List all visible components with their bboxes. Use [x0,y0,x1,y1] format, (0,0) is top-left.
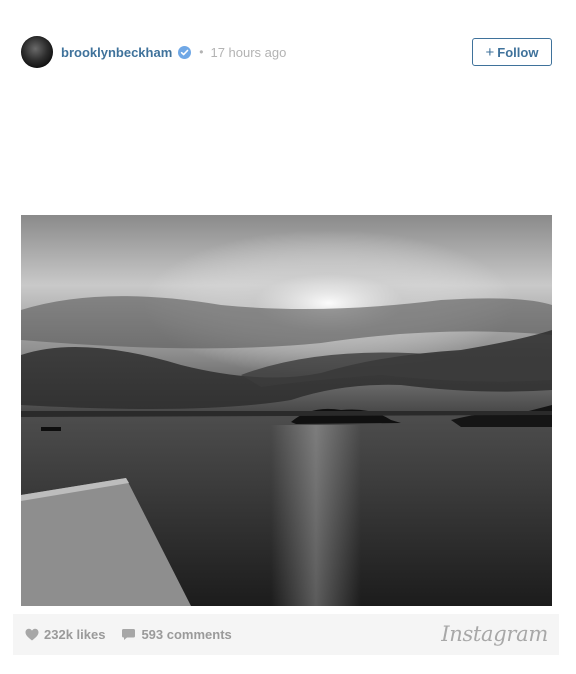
likes-text: 232k likes [44,627,106,642]
avatar[interactable] [21,36,53,68]
likes-count[interactable]: 232k likes [25,627,105,642]
instagram-logo[interactable]: Instagram [441,622,548,646]
comment-icon [122,629,136,640]
post-timestamp[interactable]: 17 hours ago [210,45,286,60]
comments-count[interactable]: 593 comments [121,627,232,642]
follow-label: Follow [497,44,539,60]
photo-image [21,215,552,606]
plus-icon: + [485,43,495,61]
comments-text: 593 comments [141,627,232,642]
heart-icon [25,628,39,641]
username-link[interactable]: brooklynbeckham [61,45,172,60]
post-footer: 232k likes 593 comments Instagram [13,614,559,655]
post-header: brooklynbeckham • 17 hours ago + Follow [21,36,552,68]
follow-button[interactable]: + Follow [472,38,552,66]
verified-badge-icon [178,45,192,59]
separator-dot: • [199,45,204,59]
post-photo[interactable] [21,215,552,606]
